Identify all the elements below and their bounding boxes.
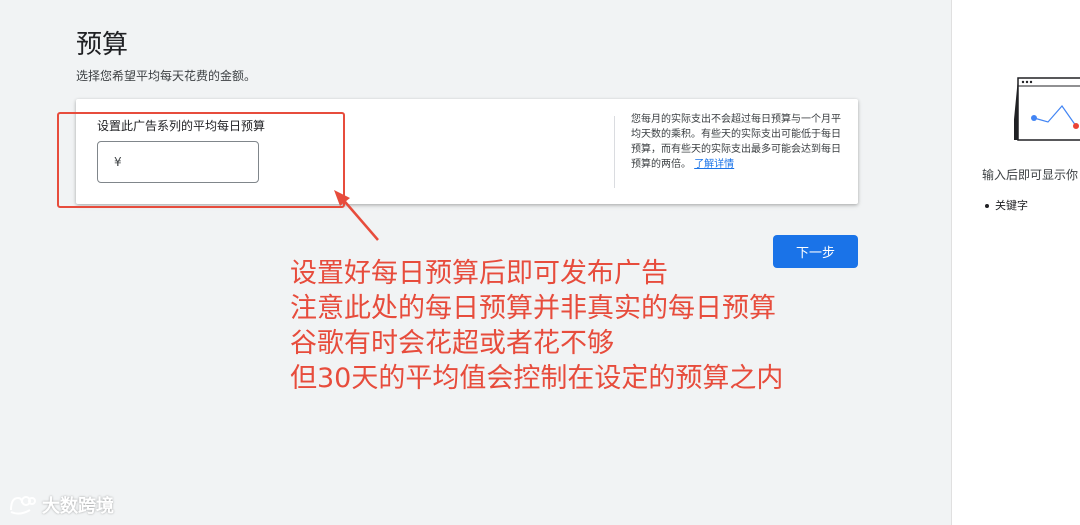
page-subtitle: 选择您希望平均每天花费的金额。 [76,69,257,83]
annotation-line: 设置好每日预算后即可发布广告 [290,258,668,289]
side-panel-bullet: 关键字 [985,197,1028,213]
annotation-highlight-box [57,112,345,208]
card-divider [614,116,615,188]
annotation-arrow-icon [334,190,379,241]
side-panel: 输入后即可显示你 关键字 [951,0,1080,525]
help-text-body: 您每月的实际支出不会超过每日预算与一个月平均天数的乘积。有些天的实际支出可能低于… [631,114,841,170]
watermark-logo-icon [10,496,36,515]
annotation-line: 但30天的平均值会控制在设定的预算之内 [290,363,784,394]
next-button[interactable]: 下一步 [773,235,858,268]
page-title: 预算 [76,30,129,60]
watermark: 大数跨境 [8,492,114,518]
learn-more-link[interactable]: 了解详情 [694,159,734,170]
bullet-text: 关键字 [995,199,1028,212]
search-preview-illustration-icon [1014,77,1080,141]
main-content: 预算 选择您希望平均每天花费的金额。 设置此广告系列的平均每日预算 ¥ 您每月的… [0,0,950,525]
side-panel-text: 输入后即可显示你 [982,168,1079,182]
budget-help-text: 您每月的实际支出不会超过每日预算与一个月平均天数的乘积。有些天的实际支出可能低于… [631,112,846,172]
annotation-line: 谷歌有时会花超或者花不够 [290,328,614,359]
bullet-dot-icon [985,204,989,208]
annotation-text: 设置好每日预算后即可发布广告 注意此处的每日预算并非真实的每日预算 谷歌有时会花… [290,256,783,396]
annotation-line: 注意此处的每日预算并非真实的每日预算 [290,293,776,324]
watermark-text: 大数跨境 [42,496,114,517]
